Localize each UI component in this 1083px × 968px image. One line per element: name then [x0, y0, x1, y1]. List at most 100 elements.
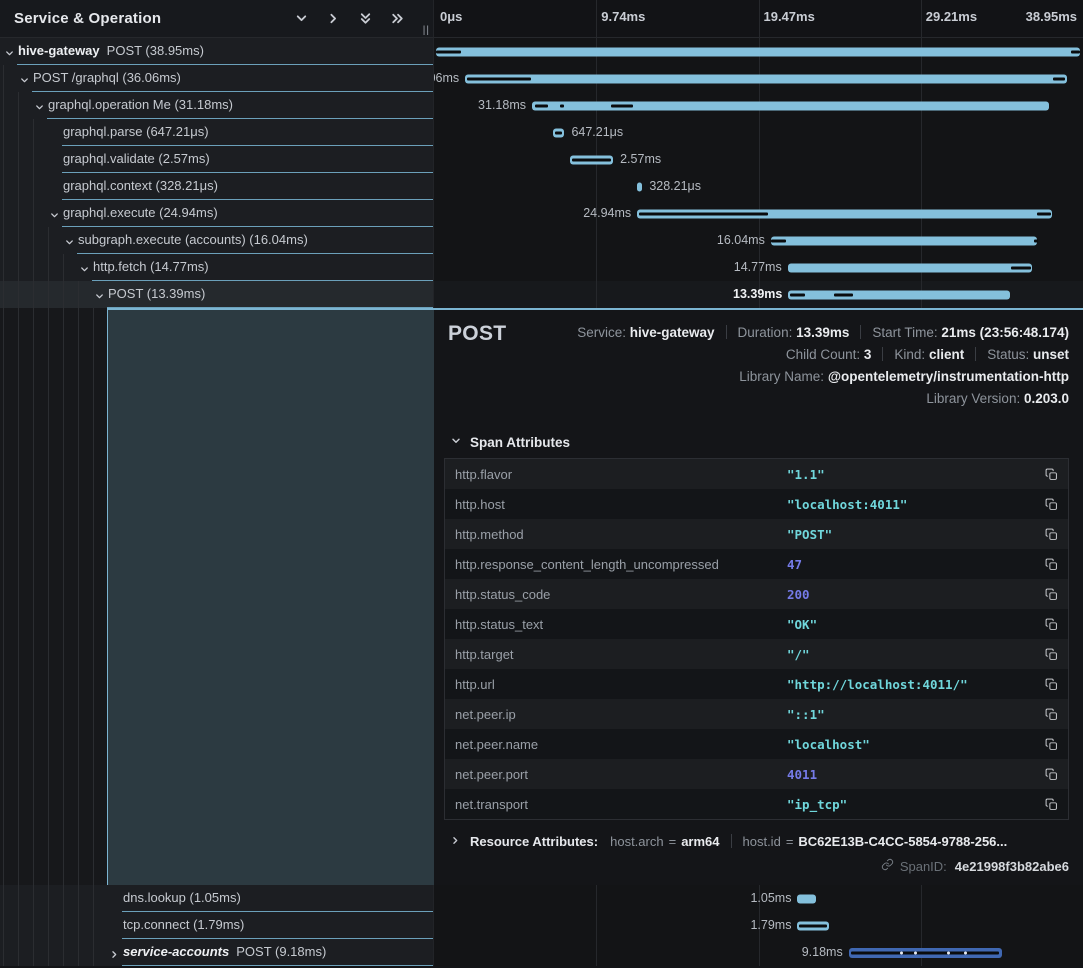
span-row[interactable]: graphql.context (328.21μs) 328.21μs [0, 173, 1083, 200]
chevron-down-icon[interactable] [64, 235, 75, 253]
span-detail-header: POST Service: hive-gatewayDuration: 13.3… [444, 322, 1069, 413]
timeline-tick: 38.95ms [1026, 9, 1077, 24]
span-row[interactable]: service-accountsPOST (9.18ms)9.18ms [0, 939, 1083, 966]
chevron-down-icon[interactable] [94, 289, 105, 307]
attribute-key: http.flavor [455, 467, 787, 482]
span-bar-cell[interactable]: 647.21μs [434, 119, 1083, 146]
chevron-down-icon[interactable] [49, 208, 60, 226]
span-name-cell[interactable]: dns.lookup (1.05ms) [0, 885, 434, 912]
span-name-cell[interactable]: tcp.connect (1.79ms) [0, 912, 434, 939]
timeline-gridline [759, 146, 760, 173]
span-name-cell[interactable]: service-accountsPOST (9.18ms) [0, 939, 434, 966]
span-name-cell[interactable]: graphql.parse (647.21μs) [0, 119, 434, 146]
span-row[interactable]: graphql.execute (24.94ms)24.94ms [0, 200, 1083, 227]
copy-icon[interactable] [1045, 648, 1058, 661]
chevron-right-icon[interactable] [326, 11, 341, 26]
critical-path-segment [639, 212, 768, 215]
attribute-row: net.peer.port4011 [445, 759, 1068, 789]
double-chevron-right-icon[interactable] [390, 11, 405, 26]
span-duration-bar[interactable] [436, 47, 1080, 56]
span-row[interactable]: dns.lookup (1.05ms)1.05ms [0, 885, 1083, 912]
attribute-row: http.url"http://localhost:4011/" [445, 669, 1068, 699]
service-name: service-accounts [123, 944, 229, 959]
chevron-right-icon[interactable] [109, 947, 120, 965]
span-row[interactable]: http.fetch (14.77ms)14.77ms [0, 254, 1083, 281]
span-bar-cell[interactable]: 1.05ms [434, 885, 1083, 912]
chevron-down-icon[interactable] [4, 46, 15, 64]
field-label: Child Count: [786, 347, 864, 362]
resource-attributes-row[interactable]: Resource Attributes:host.arch=arm64host.… [444, 833, 1069, 849]
row-service-border [107, 307, 433, 308]
chevron-down-icon[interactable] [294, 11, 309, 26]
chevron-right-icon[interactable] [444, 833, 461, 849]
span-id-row: SpanID: 4e21998f3b82abe6 [444, 858, 1069, 874]
attribute-key: http.target [455, 647, 787, 662]
span-bar-cell[interactable]: 36.06ms [434, 65, 1083, 92]
span-duration-bar[interactable] [465, 74, 1067, 83]
span-row[interactable]: graphql.validate (2.57ms)2.57ms [0, 146, 1083, 173]
copy-icon[interactable] [1045, 768, 1058, 781]
span-row[interactable]: POST (13.39ms)13.39ms [0, 281, 1083, 308]
chevron-down-icon [444, 435, 470, 450]
span-bar-cell[interactable]: 38.95ms [434, 38, 1083, 65]
span-row[interactable]: graphql.operation Me (31.18ms)31.18ms [0, 92, 1083, 119]
span-row[interactable]: subgraph.execute (accounts) (16.04ms)16.… [0, 227, 1083, 254]
panel-resize-handle[interactable]: || [423, 25, 430, 36]
span-row[interactable]: hive-gatewayPOST (38.95ms)38.95ms [0, 38, 1083, 65]
span-bar-cell[interactable]: 16.04ms [434, 227, 1083, 254]
span-name-cell[interactable]: subgraph.execute (accounts) (16.04ms) [0, 227, 434, 254]
span-name-cell[interactable]: graphql.operation Me (31.18ms) [0, 92, 434, 119]
copy-icon[interactable] [1045, 468, 1058, 481]
copy-icon[interactable] [1045, 588, 1058, 601]
timeline-tick: 19.47ms [764, 9, 815, 24]
link-icon[interactable] [881, 858, 894, 874]
span-name-cell[interactable]: POST (13.39ms) [0, 281, 434, 308]
attribute-key: http.url [455, 677, 787, 692]
double-chevron-down-icon[interactable] [358, 11, 373, 26]
span-bar-cell[interactable]: 1.79ms [434, 912, 1083, 939]
span-duration-bar[interactable] [637, 182, 642, 191]
span-name-cell[interactable]: http.fetch (14.77ms) [0, 254, 434, 281]
timeline-tick: 29.21ms [926, 9, 977, 24]
span-bar-cell[interactable]: 2.57ms [434, 146, 1083, 173]
copy-icon[interactable] [1045, 558, 1058, 571]
span-bar-cell[interactable]: 13.39ms [434, 281, 1083, 308]
chevron-down-icon[interactable] [19, 73, 30, 91]
span-name-label: graphql.context (328.21μs) [63, 173, 218, 199]
span-row[interactable]: tcp.connect (1.79ms)1.79ms [0, 912, 1083, 939]
span-bar-cell[interactable]: 328.21μs [434, 173, 1083, 200]
span-duration-bar[interactable] [771, 236, 1037, 245]
chevron-down-icon[interactable] [79, 262, 90, 280]
copy-icon[interactable] [1045, 708, 1058, 721]
timeline-gridline [596, 254, 597, 281]
indent-guides [0, 308, 107, 885]
span-bar-cell[interactable]: 31.18ms [434, 92, 1083, 119]
span-duration-bar[interactable] [797, 894, 816, 903]
chevron-down-icon[interactable] [34, 100, 45, 118]
span-name-cell[interactable]: POST /graphql (36.06ms) [0, 65, 434, 92]
span-name-cell[interactable]: graphql.execute (24.94ms) [0, 200, 434, 227]
copy-icon[interactable] [1045, 498, 1058, 511]
span-name-cell[interactable]: graphql.validate (2.57ms) [0, 146, 434, 173]
attribute-value: 47 [787, 557, 1045, 572]
timeline-gridline [596, 885, 597, 912]
span-row[interactable]: POST /graphql (36.06ms)36.06ms [0, 65, 1083, 92]
span-duration-bar[interactable] [788, 290, 1009, 299]
attribute-key: http.status_text [455, 617, 787, 632]
copy-icon[interactable] [1045, 738, 1058, 751]
span-name-cell[interactable]: hive-gatewayPOST (38.95ms) [0, 38, 434, 65]
span-bar-cell[interactable]: 9.18ms [434, 939, 1083, 966]
span-attributes-header[interactable]: Span Attributes [444, 435, 1069, 450]
span-overview: Service: hive-gatewayDuration: 13.39msSt… [506, 325, 1069, 413]
copy-icon[interactable] [1045, 798, 1058, 811]
span-bar-cell[interactable]: 14.77ms [434, 254, 1083, 281]
span-duration-bar[interactable] [788, 263, 1033, 272]
copy-icon[interactable] [1045, 618, 1058, 631]
copy-icon[interactable] [1045, 528, 1058, 541]
copy-icon[interactable] [1045, 678, 1058, 691]
attribute-value: "::1" [787, 707, 1045, 722]
span-row[interactable]: graphql.parse (647.21μs)647.21μs [0, 119, 1083, 146]
critical-path-segment [535, 104, 548, 107]
span-name-cell[interactable]: graphql.context (328.21μs) [0, 173, 434, 200]
span-bar-cell[interactable]: 24.94ms [434, 200, 1083, 227]
